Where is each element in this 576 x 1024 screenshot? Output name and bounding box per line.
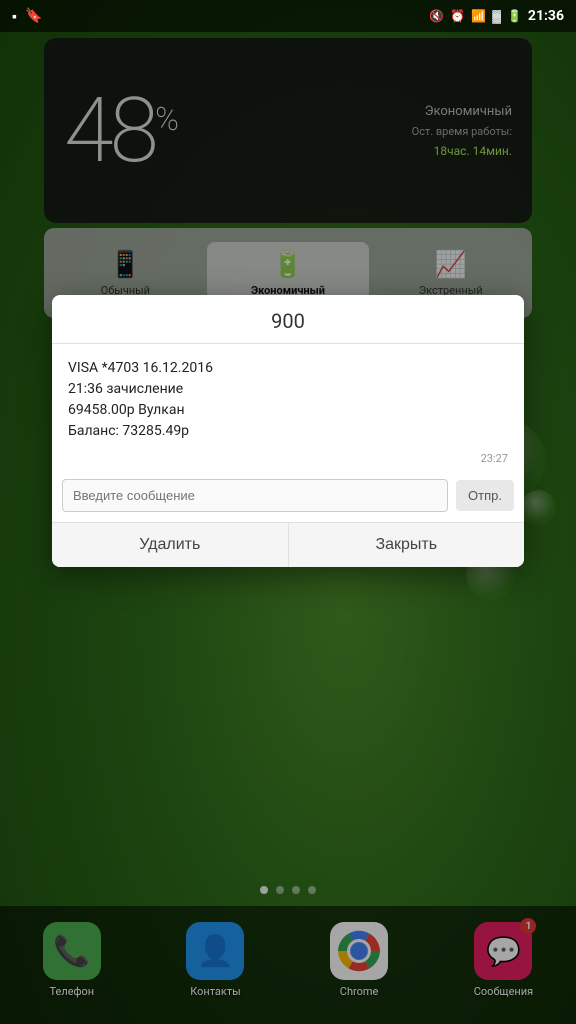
mute-icon: 🔇 bbox=[429, 9, 444, 23]
status-time: 21:36 bbox=[528, 8, 564, 24]
status-right-icons: 🔇 ⏰ 📶 ▓ 🔋 21:36 bbox=[429, 8, 564, 24]
sms-dialog: 900 VISA *4703 16.12.2016 21:36 зачислен… bbox=[52, 295, 524, 567]
alarm-icon: ⏰ bbox=[450, 9, 465, 23]
dialog-actions: Удалить Закрыть bbox=[52, 522, 524, 567]
dialog-body: VISA *4703 16.12.2016 21:36 зачисление 6… bbox=[52, 344, 524, 448]
dialog-timestamp: 23:27 bbox=[52, 448, 524, 473]
bookmark-status-icon: 🔖 bbox=[25, 8, 42, 24]
status-bar: ▪ 🔖 🔇 ⏰ 📶 ▓ 🔋 21:36 bbox=[0, 0, 576, 32]
dialog-input-row: Отпр. bbox=[52, 473, 524, 522]
dialog-title: 900 bbox=[52, 295, 524, 344]
delete-button[interactable]: Удалить bbox=[52, 523, 289, 567]
signal-icon: ▓ bbox=[492, 9, 501, 23]
send-button[interactable]: Отпр. bbox=[456, 480, 514, 511]
status-left-icons: ▪ 🔖 bbox=[12, 8, 42, 25]
message-status-icon: ▪ bbox=[12, 8, 17, 25]
wifi-icon: 📶 bbox=[471, 9, 486, 23]
reply-input[interactable] bbox=[62, 479, 448, 512]
dialog-message: VISA *4703 16.12.2016 21:36 зачисление 6… bbox=[68, 358, 508, 442]
battery-icon: 🔋 bbox=[507, 9, 522, 23]
close-button[interactable]: Закрыть bbox=[289, 523, 525, 567]
